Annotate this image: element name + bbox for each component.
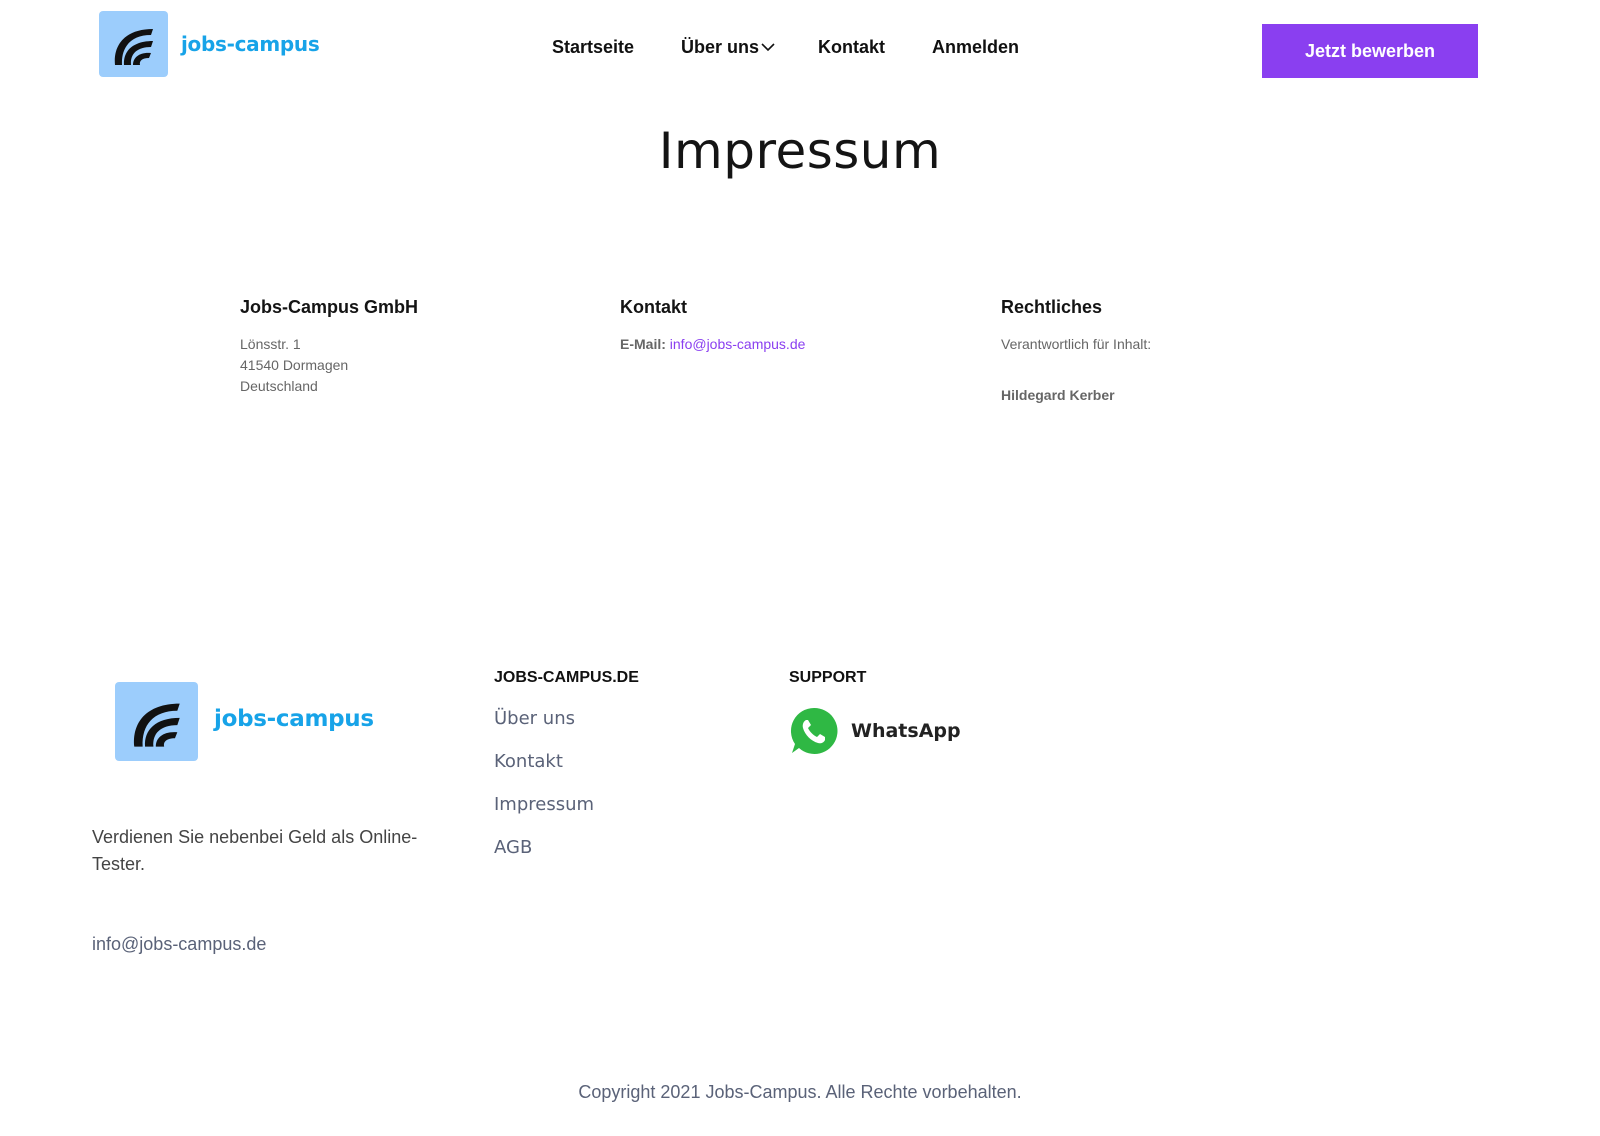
footer-link-ueber-uns[interactable]: Über uns xyxy=(494,708,575,729)
contact-heading: Kontakt xyxy=(620,297,687,317)
nav-anmelden[interactable]: Anmelden xyxy=(932,37,1019,58)
footer-link-kontakt[interactable]: Kontakt xyxy=(494,751,563,772)
nav-kontakt[interactable]: Kontakt xyxy=(818,37,885,58)
jobs-campus-logo-icon xyxy=(133,703,180,747)
legal-heading: Rechtliches xyxy=(1001,297,1103,317)
footer-email-link[interactable]: info@jobs-campus.de xyxy=(92,934,266,955)
footer-support-heading: SUPPORT xyxy=(789,669,867,686)
page-title: Impressum xyxy=(658,122,942,180)
footer-links-heading: JOBS-CAMPUS.DE xyxy=(494,669,639,686)
contact-column: Kontakt E-Mail: info@jobs-campus.de xyxy=(620,297,805,355)
apply-now-button[interactable]: Jetzt bewerben xyxy=(1262,24,1478,78)
footer-logo-text[interactable]: jobs-campus xyxy=(214,706,374,732)
chevron-down-icon xyxy=(761,43,775,52)
whatsapp-label: WhatsApp xyxy=(851,720,961,742)
company-heading: Jobs-Campus GmbH xyxy=(240,297,419,317)
company-city: 41540 Dormagen xyxy=(240,357,349,373)
contact-email-label: E-Mail: xyxy=(620,336,666,352)
legal-column: Rechtliches Verantwortlich für Inhalt: H… xyxy=(1001,297,1151,406)
contact-email-link[interactable]: info@jobs-campus.de xyxy=(670,336,806,352)
header-logo[interactable] xyxy=(99,11,168,77)
whatsapp-link[interactable]: WhatsApp xyxy=(789,706,961,756)
contact-email-row: E-Mail: info@jobs-campus.de xyxy=(620,334,805,355)
nav-ueber-uns-label: Über uns xyxy=(681,37,760,57)
header-logo-text[interactable]: jobs-campus xyxy=(181,32,320,56)
nav-ueber-uns[interactable]: Über uns xyxy=(681,37,775,58)
company-country: Deutschland xyxy=(240,378,318,394)
nav-startseite[interactable]: Startseite xyxy=(552,37,634,58)
whatsapp-icon xyxy=(790,707,838,754)
company-street: Lönsstr. 1 xyxy=(240,336,301,352)
footer-logo[interactable] xyxy=(115,682,198,761)
footer-link-impressum[interactable]: Impressum xyxy=(494,794,594,815)
footer-tagline: Verdienen Sie nebenbei Geld als Online-T… xyxy=(92,827,418,874)
jobs-campus-logo-icon xyxy=(114,29,153,65)
footer-copyright: Copyright 2021 Jobs-Campus. Alle Rechte … xyxy=(578,1082,1022,1102)
footer-link-agb[interactable]: AGB xyxy=(494,837,532,858)
legal-responsible-name: Hildegard Kerber xyxy=(1001,387,1115,403)
legal-responsible-label: Verantwortlich für Inhalt: xyxy=(1001,336,1152,352)
company-column: Jobs-Campus GmbH Lönsstr. 1 41540 Dormag… xyxy=(240,297,418,397)
